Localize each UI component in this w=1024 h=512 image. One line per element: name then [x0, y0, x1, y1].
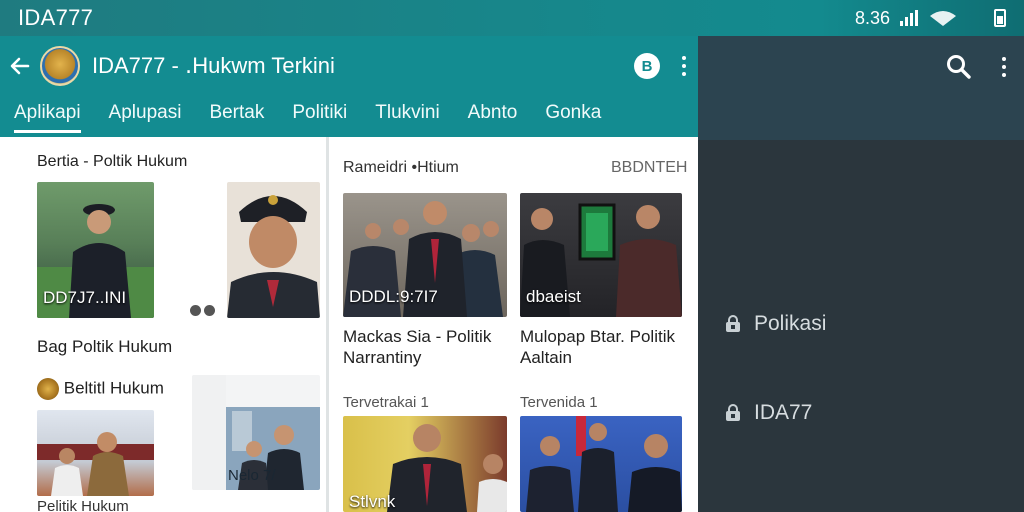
- drawer-item-label: Polikasi: [754, 312, 827, 335]
- notification-badge-icon[interactable]: B: [634, 53, 660, 79]
- card-overlay-text: Stlvnk: [349, 492, 396, 511]
- more-options-icon[interactable]: [682, 56, 686, 76]
- right-section-heading: Rameidri •Htium: [343, 159, 459, 176]
- card-3-label: Tervetrakai 1: [343, 394, 429, 411]
- carousel-dots[interactable]: [190, 305, 215, 316]
- lock-icon: [726, 404, 740, 421]
- news-card-1-photo[interactable]: DDDL:9:7I7: [343, 193, 507, 317]
- app-title: IDA777 - ․Hukwm Terkini: [92, 53, 335, 78]
- news-card-3-photo[interactable]: Stlvnk: [343, 416, 507, 512]
- wifi-icon: [930, 11, 956, 26]
- card-overlay-text: DDDL:9:7I7: [349, 287, 438, 306]
- left-section3-title: Beltitl Hukum: [63, 378, 164, 398]
- tab-bertak[interactable]: Bertak: [209, 96, 264, 137]
- back-arrow-icon[interactable]: [6, 52, 34, 80]
- news-photo-officer-2[interactable]: [227, 182, 320, 318]
- side-toolbar: [698, 36, 1024, 140]
- card-4-label: Tervenida 1: [520, 394, 598, 411]
- tab-bar: Aplikapi Aplupasi Bertak Politiki Tlukvi…: [0, 96, 698, 137]
- app-bar: IDA777 - ․Hukwm Terkini B Aplikapi Aplup…: [0, 36, 698, 137]
- left-section-title: Bertia - Poltik Hukum: [37, 153, 188, 170]
- status-app-name: IDA777: [18, 5, 94, 30]
- lock-icon: [726, 315, 740, 332]
- card-2-caption-line1: Mulopap Btar. Politik: [520, 327, 675, 346]
- drawer-item-label: IDA77: [754, 401, 813, 424]
- right-section-label: BBDNTEH: [611, 159, 688, 176]
- tab-gonka[interactable]: Gonka: [545, 96, 601, 137]
- drawer-item-ida77[interactable]: IDA77: [724, 401, 812, 425]
- search-icon[interactable]: [946, 54, 972, 80]
- news-photo-event[interactable]: [37, 410, 154, 496]
- tab-aplupasi[interactable]: Aplupasi: [109, 96, 182, 137]
- card-2-caption[interactable]: Mulopap Btar. Politik Aaltain: [520, 326, 675, 368]
- tab-politiki[interactable]: Politiki: [292, 96, 347, 137]
- status-icons: 8.36: [855, 8, 1006, 29]
- card-1-caption-line1: Mackas Sia - Politik: [343, 327, 492, 346]
- card-2-caption-line2: Aaltain: [520, 348, 572, 367]
- drawer-item-polikasi[interactable]: Polikasi: [724, 312, 826, 336]
- news-photo-officials[interactable]: Nelo 7/: [192, 375, 320, 490]
- tab-tlukvini[interactable]: Tlukvini: [375, 96, 439, 137]
- photo-overlay-text: DD7J7..INI: [43, 288, 127, 307]
- side-more-options-icon[interactable]: [1002, 57, 1006, 77]
- news-card-4-photo[interactable]: [520, 416, 682, 512]
- news-photo-officer-1[interactable]: DD7J7..INI: [37, 182, 154, 318]
- column-divider: [326, 137, 329, 512]
- left-section2-title: Bag Poltik Hukum: [37, 337, 173, 356]
- app-logo: [40, 46, 80, 86]
- photo-overlay-text: Nelo 7/: [228, 467, 276, 484]
- left-section3-row[interactable]: Beltitl Hukum: [37, 378, 164, 400]
- section-logo-icon: [37, 378, 59, 400]
- side-drawer: Polikasi IDA77: [698, 140, 1024, 512]
- tab-abnto[interactable]: Abnto: [468, 96, 518, 137]
- news-card-2-photo[interactable]: dbaeist: [520, 193, 682, 317]
- tab-aplikapi[interactable]: Aplikapi: [14, 96, 81, 137]
- status-time: 8.36: [854, 7, 890, 28]
- card-1-caption[interactable]: Mackas Sia - Politik Narrantiny: [343, 326, 491, 368]
- battery-icon: [994, 9, 1006, 27]
- signal-icon: [900, 10, 918, 26]
- card-1-caption-line2: Narrantiny: [343, 348, 422, 367]
- left-bottom-caption: Pelitik Hukum: [37, 498, 129, 512]
- card-overlay-text: dbaeist: [526, 287, 581, 306]
- status-bar: IDA777 8.36: [0, 0, 1024, 36]
